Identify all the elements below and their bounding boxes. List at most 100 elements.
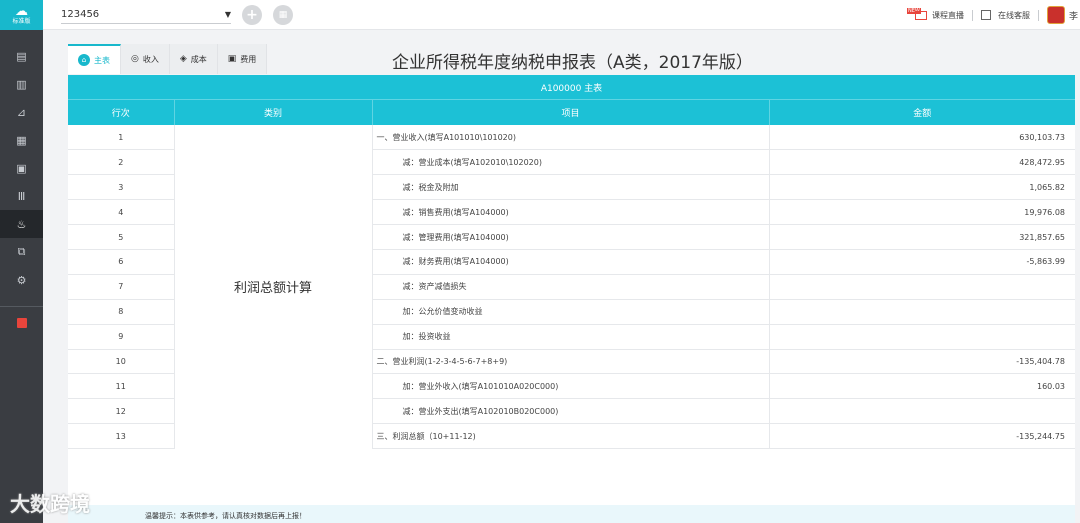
- apps-button[interactable]: ▦: [273, 5, 293, 25]
- row-number-cell: 1: [68, 125, 175, 151]
- row-number-cell: 3: [68, 174, 175, 201]
- sidebar-item-gift[interactable]: [0, 307, 43, 339]
- item-cell: 二、营业利润(1-2-3-4-5-6-7+8+9): [372, 349, 770, 375]
- item-cell: 减：营业外支出(填写A102010B020C000): [372, 398, 770, 425]
- column-header-amount: 金额: [769, 100, 1075, 125]
- row-number-cell: 5: [68, 224, 175, 250]
- item-cell: 减：资产减值损失: [372, 274, 770, 300]
- sidebar-item-accounts[interactable]: ▥: [0, 70, 43, 98]
- sidebar-item-calendar[interactable]: ▣: [0, 154, 43, 182]
- sidebar-item-reports[interactable]: ⊿: [0, 98, 43, 126]
- online-service-link[interactable]: 在线客服: [998, 10, 1030, 21]
- amount-cell[interactable]: 19,976.08: [769, 199, 1075, 226]
- tab-label: 成本: [190, 54, 207, 64]
- row-number-cell: 4: [68, 199, 175, 226]
- tab-income[interactable]: ◎ 收入: [121, 44, 170, 74]
- sidebar-item-payroll[interactable]: Ⅲ: [0, 182, 43, 210]
- row-number-cell: 10: [68, 349, 175, 375]
- sidebar-item-tax[interactable]: ♨: [0, 210, 43, 238]
- category-cell: 利润总额计算: [174, 125, 373, 449]
- item-cell: 加：营业外收入(填写A101010A020C000): [372, 373, 770, 400]
- sidebar-item-settings[interactable]: ⚙: [0, 266, 43, 294]
- sidebar-item-vouchers[interactable]: ▤: [0, 42, 43, 70]
- brand-edition: 标准版: [12, 17, 31, 25]
- sidebar-item-invoice[interactable]: ⧉: [0, 238, 43, 266]
- building-icon: ▦: [16, 133, 27, 147]
- row-number-cell: 7: [68, 274, 175, 300]
- grid-icon: ▦: [278, 10, 288, 20]
- amount-cell[interactable]: 1,065.82: [769, 174, 1075, 201]
- top-bar: 123456 ▼ + ▦ NEW 课程直播 在线客服 李: [43, 0, 1080, 30]
- row-number-cell: 9: [68, 324, 175, 350]
- row-number-cell: 11: [68, 373, 175, 400]
- table-row: 1 利润总额计算 一、营业收入(填写A101010\101020) 630,103.7…: [68, 125, 1075, 449]
- layers-icon: ◈: [179, 54, 187, 64]
- item-cell: 加：公允价值变动收益: [372, 299, 770, 325]
- report-grid: 行次 类别 项目 金额 1 利润总额计算 一、营业收入(填写A101010\1010…: [68, 100, 1075, 450]
- document-icon: ▣: [227, 54, 237, 64]
- column-header-category: 类别: [174, 100, 373, 125]
- ledger-icon: ▤: [16, 49, 27, 63]
- gift-icon: [16, 318, 27, 328]
- amount-cell[interactable]: [769, 274, 1075, 300]
- table-body: 1 利润总额计算 一、营业收入(填写A101010\101020) 630,103.7…: [68, 125, 1075, 450]
- column-header-item: 项目: [372, 100, 770, 125]
- divider: [971, 9, 973, 21]
- amount-cell[interactable]: -135,404.78: [769, 349, 1075, 375]
- avatar[interactable]: [1046, 6, 1065, 24]
- amount-cell[interactable]: [769, 299, 1075, 325]
- item-cell: 减：税金及附加: [372, 174, 770, 201]
- home-icon: ⌂: [78, 54, 90, 66]
- row-number-cell: 8: [68, 299, 175, 325]
- item-cell: 一、营业收入(填写A101010\101020): [372, 125, 770, 151]
- page-title: 企业所得税年度纳税申报表（A类，2017年版）: [392, 53, 753, 73]
- amount-cell[interactable]: 321,857.65: [769, 224, 1075, 250]
- amount-cell[interactable]: [769, 324, 1075, 350]
- live-course-link[interactable]: 课程直播: [932, 10, 964, 21]
- tax-report-table: A100000 主表 行次 类别 项目 金额 1 利润总额计算 一、营业收入(填写A…: [68, 75, 1075, 505]
- report-tabs: ⌂ 主表 ◎ 收入 ◈ 成本 ▣ 费用: [68, 44, 268, 74]
- row-number-cell: 12: [68, 398, 175, 425]
- chat-icon: [980, 10, 991, 20]
- cup-icon: ♨: [16, 217, 27, 231]
- amount-cell[interactable]: -5,863.99: [769, 249, 1075, 275]
- company-select[interactable]: 123456 ▼: [61, 7, 231, 24]
- footer-note: 温馨提示：本表供参考，请认真核对数据后再上报！: [68, 505, 1075, 523]
- row-number-cell: 13: [68, 423, 175, 450]
- book-icon: ▥: [16, 77, 27, 91]
- amount-cell[interactable]: 160.03: [769, 373, 1075, 400]
- table-header-row: 行次 类别 项目 金额: [68, 100, 1075, 125]
- tab-main[interactable]: ⌂ 主表: [68, 44, 121, 74]
- amount-cell[interactable]: 630,103.73: [769, 125, 1075, 151]
- user-name[interactable]: 李: [1069, 9, 1078, 22]
- caret-down-icon: ▼: [224, 10, 231, 19]
- tab-expense[interactable]: ▣ 费用: [217, 44, 268, 74]
- tab-label: 费用: [240, 54, 257, 64]
- table-caption: A100000 主表: [68, 75, 1075, 100]
- top-bar-right: NEW 课程直播 在线客服 李: [906, 0, 1080, 30]
- watermark: 大数跨境: [10, 492, 90, 516]
- eye-icon: ◎: [131, 54, 139, 64]
- chart-icon: ⊿: [16, 105, 27, 119]
- item-cell: 加：投资收益: [372, 324, 770, 350]
- calendar-icon: ▣: [16, 161, 27, 175]
- add-company-button[interactable]: +: [242, 5, 262, 25]
- brand-logo[interactable]: ☁ 标准版: [0, 0, 43, 30]
- row-number-cell: 6: [68, 249, 175, 275]
- item-cell: 减：营业成本(填写A102010\102020): [372, 149, 770, 176]
- sidebar: ☁ 标准版 ▤ ▥ ⊿ ▦ ▣ Ⅲ ♨ ⧉ ⚙: [0, 0, 43, 523]
- invoice-icon: ⧉: [17, 245, 26, 258]
- amount-cell[interactable]: -135,244.75: [769, 423, 1075, 450]
- tab-label: 主表: [94, 55, 110, 65]
- item-cell: 减：销售费用(填写A104000): [372, 199, 770, 226]
- shirt-icon: Ⅲ: [17, 189, 26, 203]
- tab-cost[interactable]: ◈ 成本: [169, 44, 218, 74]
- column-header-row-number: 行次: [68, 100, 175, 125]
- row-number-cell: 2: [68, 149, 175, 176]
- amount-cell[interactable]: [769, 398, 1075, 425]
- item-cell: 减：管理费用(填写A104000): [372, 224, 770, 250]
- plus-icon: +: [246, 7, 258, 23]
- amount-cell[interactable]: 428,472.95: [769, 149, 1075, 176]
- tab-label: 收入: [142, 54, 159, 64]
- sidebar-item-assets[interactable]: ▦: [0, 126, 43, 154]
